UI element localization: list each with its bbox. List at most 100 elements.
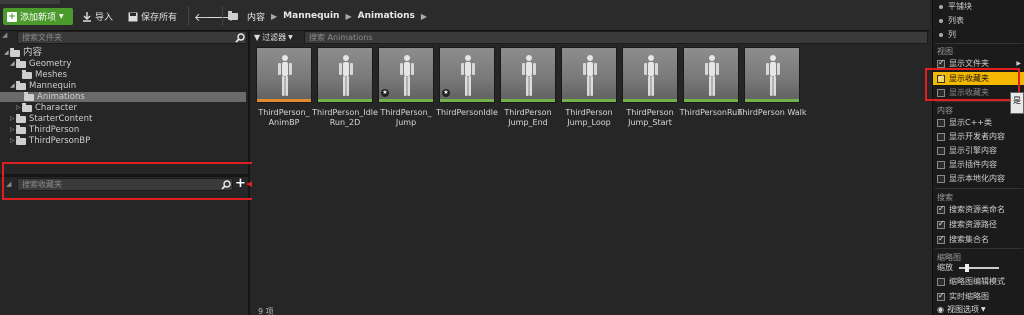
menu-item-search-asset-paths[interactable]: 搜索资源路径: [933, 218, 1024, 231]
breadcrumb-separator-icon[interactable]: ▶: [271, 12, 277, 21]
checkbox-icon[interactable]: [937, 118, 945, 127]
view-options-menu: 平铺块 列表 列 视图 显示文件夹▶ 显示收藏夹 显示收藏夹 内容 显示C++类…: [932, 0, 1024, 315]
mannequin-icon: [339, 55, 353, 96]
folder-icon: [10, 47, 20, 57]
tree-item-meshes[interactable]: Meshes: [22, 69, 67, 80]
asset-tile[interactable]: ThirdPerson Jump_End: [500, 47, 556, 128]
tree-item-mannequin[interactable]: ◢ Mannequin: [10, 80, 77, 91]
tree-item-animations[interactable]: Animations: [0, 91, 246, 102]
folder-search-input[interactable]: 搜索文件夹: [17, 31, 247, 44]
breadcrumb-separator-icon[interactable]: ▶: [421, 12, 427, 21]
chevron-down-icon: ▼: [980, 305, 986, 313]
menu-item-label: 显示插件内容: [949, 160, 997, 169]
content-browser-toolbar: + 添加新项 ▼ 导入 保存所有 🡐 🡒 内容 ▶ Mannequin ▶ An…: [0, 0, 930, 31]
breadcrumb-item[interactable]: Mannequin: [283, 11, 339, 21]
checkbox-icon[interactable]: [937, 219, 945, 229]
folder-search-placeholder: 搜索文件夹: [22, 33, 62, 42]
radio-dot-icon: [939, 4, 943, 9]
tree-item-label: 内容: [23, 47, 43, 58]
asset-type-bar: [318, 99, 372, 102]
menu-item-label: 列: [948, 30, 956, 39]
tree-item-thirdperson[interactable]: ▷ ThirdPerson: [10, 124, 79, 135]
save-icon: [128, 12, 138, 21]
collapse-triangle-icon[interactable]: ◢: [2, 31, 8, 44]
tree-item-label: Mannequin: [29, 81, 77, 91]
asset-tile[interactable]: ThirdPersonRun: [680, 47, 742, 118]
asset-tile[interactable]: ★ ThirdPersonIdle: [436, 47, 498, 118]
menu-item-label: 搜索集合名: [949, 235, 989, 244]
asset-thumbnail: [317, 47, 373, 103]
import-label: 导入: [95, 13, 114, 23]
slider-handle[interactable]: [965, 263, 969, 272]
mannequin-icon: [522, 55, 536, 96]
tree-item-geometry[interactable]: ◢ Geometry: [10, 58, 71, 69]
menu-item-tiles[interactable]: 平铺块: [933, 0, 1024, 13]
asset-search-input[interactable]: 搜索 Animations: [304, 31, 928, 44]
search-icon[interactable]: [235, 33, 245, 43]
checkbox-icon[interactable]: [937, 204, 945, 214]
menu-item-show-developer-content[interactable]: 显示开发者内容: [933, 130, 1024, 143]
checkbox-icon[interactable]: [937, 160, 945, 169]
save-all-button[interactable]: 保存所有: [128, 8, 177, 25]
breadcrumb-separator-icon[interactable]: ▶: [345, 12, 351, 21]
tree-item-startercontent[interactable]: ▷ StarterContent: [10, 113, 92, 124]
menu-item-show-cpp-classes[interactable]: 显示C++类: [933, 116, 1024, 129]
folder-icon: [16, 124, 26, 134]
item-count: 9 项: [258, 307, 274, 315]
menu-heading: 内容: [937, 106, 953, 115]
menu-item-label: 显示本地化内容: [949, 174, 1005, 183]
checkbox-icon[interactable]: [937, 132, 945, 141]
mannequin-icon: [644, 55, 658, 96]
menu-item-show-engine-content[interactable]: 显示引擎内容: [933, 144, 1024, 157]
mannequin-icon: [705, 55, 719, 96]
asset-thumbnail: ★: [378, 47, 434, 103]
menu-item-thumbnail-edit-mode[interactable]: 缩略图编辑模式: [933, 275, 1024, 288]
checkbox-icon[interactable]: [937, 146, 945, 155]
breadcrumb-item[interactable]: 内容: [247, 10, 265, 23]
tree-item-label: Animations: [37, 92, 85, 102]
mannequin-icon: [278, 55, 292, 96]
asset-tile[interactable]: ThirdPerson Jump_Start: [622, 47, 678, 128]
checkbox-icon[interactable]: [937, 291, 945, 301]
asset-tile[interactable]: ThirdPerson Walk: [738, 47, 807, 118]
mannequin-icon: [583, 55, 597, 96]
import-icon: [83, 11, 91, 22]
asset-name: ThirdPerson Walk: [737, 108, 807, 117]
tree-item-character[interactable]: ▷ Character: [16, 102, 77, 113]
view-options-button[interactable]: ◉ 视图选项 ▼: [933, 303, 1024, 315]
asset-search-placeholder: 搜索 Animations: [309, 33, 373, 42]
menu-item-label: 搜索资源路径: [949, 220, 997, 229]
menu-item-realtime-thumbnails[interactable]: 实时缩略图: [933, 290, 1024, 303]
breadcrumb-item[interactable]: Animations: [358, 11, 415, 21]
menu-item-search-class-names[interactable]: 搜索资源类命名: [933, 203, 1024, 216]
asset-thumbnail: [683, 47, 739, 103]
checkbox-icon[interactable]: [937, 277, 945, 286]
checkbox-icon[interactable]: [937, 174, 945, 183]
highlight-box: [925, 68, 1020, 101]
asset-tile[interactable]: ThirdPerson Jump_Loop: [561, 47, 617, 128]
folder-icon: [22, 102, 32, 112]
filters-button[interactable]: ▼ 过滤器 ▼: [254, 31, 300, 43]
menu-item-list[interactable]: 列表: [933, 14, 1024, 27]
menu-item-show-localized-content[interactable]: 显示本地化内容: [933, 172, 1024, 185]
checkbox-icon[interactable]: [937, 234, 945, 244]
asset-type-bar: [623, 99, 677, 102]
tree-item-content[interactable]: ◢ 内容: [4, 47, 43, 58]
asset-thumbnail: [500, 47, 556, 103]
asset-tile[interactable]: ThirdPerson_Idle Run_2D: [312, 47, 378, 128]
menu-item-label: 搜索资源类命名: [949, 205, 1005, 214]
import-button[interactable]: 导入: [82, 8, 113, 25]
add-new-label: 添加新项: [20, 13, 57, 23]
asset-tile[interactable]: ThirdPerson_ AnimBP: [256, 47, 312, 128]
tree-item-thirdpersonbp[interactable]: ▷ ThirdPersonBP: [10, 135, 90, 146]
menu-item-search-collection-names[interactable]: 搜索集合名: [933, 233, 1024, 246]
zoom-slider[interactable]: [959, 263, 999, 272]
folder-icon: [16, 113, 26, 123]
add-new-button[interactable]: + 添加新项 ▼: [3, 8, 73, 25]
menu-item-show-plugin-content[interactable]: 显示插件内容: [933, 158, 1024, 171]
checkbox-icon[interactable]: [937, 58, 945, 68]
menu-item-label: 缩放: [937, 263, 953, 272]
menu-item-columns[interactable]: 列: [933, 28, 1024, 41]
asset-tile[interactable]: ★ ThirdPerson_ Jump: [378, 47, 434, 128]
filter-bar: ▼ 过滤器 ▼ 搜索 Animations: [254, 31, 928, 44]
